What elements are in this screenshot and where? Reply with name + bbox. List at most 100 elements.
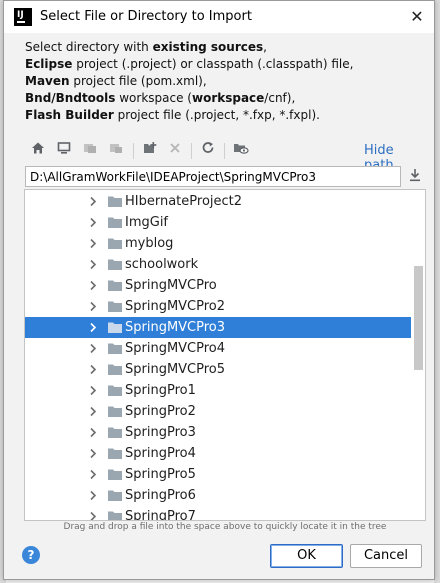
toolbar-separator xyxy=(224,143,225,159)
desc-text: project file (pom.xml), xyxy=(69,74,207,88)
file-chooser-toolbar: Hide path xyxy=(25,139,427,173)
tree-node-label: SpringPro5 xyxy=(125,467,196,482)
drag-drop-hint: Drag and drop a file into the space abov… xyxy=(63,522,387,532)
tree-node-label: SpringMVCPro2 xyxy=(125,299,226,314)
vertical-scrollbar[interactable] xyxy=(412,190,425,520)
chevron-right-icon[interactable] xyxy=(87,468,99,481)
tree-node[interactable]: SpringMVCPro3 xyxy=(25,317,411,338)
desc-text: workspace ( xyxy=(115,91,192,105)
new-folder-icon[interactable] xyxy=(140,141,160,161)
import-dialog: IJ Select File or Directory to Import ✕ … xyxy=(3,0,435,580)
close-button[interactable]: ✕ xyxy=(402,3,432,31)
folder-icon xyxy=(107,363,123,376)
folder-icon xyxy=(107,258,123,271)
description-line-1: Select directory with existing sources, xyxy=(25,39,425,56)
folder-icon xyxy=(107,405,123,418)
tree-node[interactable]: HIbernateProject2 xyxy=(25,191,411,212)
home-icon[interactable] xyxy=(28,141,48,161)
tree-node[interactable]: SpringPro5 xyxy=(25,464,411,485)
tree-node[interactable]: SpringMVCPro5 xyxy=(25,359,411,380)
folder-icon xyxy=(107,279,123,292)
chevron-right-icon[interactable] xyxy=(87,237,99,250)
folder-icon xyxy=(107,447,123,460)
scrollbar-thumb[interactable] xyxy=(414,266,423,370)
folder-icon xyxy=(107,216,123,229)
tree-node[interactable]: SpringPro7 xyxy=(25,506,411,521)
chevron-right-icon[interactable] xyxy=(87,258,99,271)
tree-node[interactable]: SpringPro2 xyxy=(25,401,411,422)
tree-node[interactable]: SpringMVCPro4 xyxy=(25,338,411,359)
tree-node-label: SpringMVCPro3 xyxy=(125,320,226,335)
chevron-right-icon[interactable] xyxy=(87,447,99,460)
chevron-right-icon[interactable] xyxy=(87,405,99,418)
tree-node-label: SpringPro2 xyxy=(125,404,196,419)
desc-text: project (.project) or classpath (.classp… xyxy=(72,57,354,71)
chevron-right-icon[interactable] xyxy=(87,426,99,439)
cancel-button[interactable]: Cancel xyxy=(350,544,422,568)
ok-button[interactable]: OK xyxy=(270,544,343,568)
intellij-app-icon: IJ xyxy=(14,8,32,26)
desc-text: Select directory with xyxy=(25,40,153,54)
show-hidden-icon[interactable] xyxy=(231,141,251,161)
folder-icon xyxy=(107,195,123,208)
tree-node[interactable]: ImgGif xyxy=(25,212,411,233)
download-arrow-icon[interactable] xyxy=(405,168,425,186)
chevron-right-icon[interactable] xyxy=(87,216,99,229)
desktop-icon[interactable] xyxy=(54,141,74,161)
tree-node-label: schoolwork xyxy=(125,257,199,272)
app-icon-bar xyxy=(17,21,25,23)
path-input[interactable] xyxy=(25,166,401,187)
description-line-3: Maven project file (pom.xml), xyxy=(25,73,425,90)
tree-node[interactable]: SpringMVCPro2 xyxy=(25,296,411,317)
folder-icon xyxy=(107,237,123,250)
refresh-icon[interactable] xyxy=(198,141,218,161)
chevron-right-icon[interactable] xyxy=(87,489,99,502)
folder-icon xyxy=(107,321,123,334)
desc-text: project file (.project, *.fxp, *.fxpl). xyxy=(113,108,320,122)
desc-bold: Maven xyxy=(25,74,70,88)
toolbar-separator xyxy=(191,143,192,159)
desc-text: , xyxy=(263,40,267,54)
desc-bold: Flash Builder xyxy=(25,108,114,122)
directory-tree: HIbernateProject2 ImgGif myblog schoolwork S… xyxy=(24,189,426,521)
toolbar-separator xyxy=(133,143,134,159)
description-line-2: Eclipse project (.project) or classpath … xyxy=(25,56,425,73)
tree-node[interactable]: schoolwork xyxy=(25,254,411,275)
chevron-right-icon[interactable] xyxy=(87,384,99,397)
folder-icon xyxy=(107,342,123,355)
module-icon[interactable] xyxy=(106,141,126,161)
delete-icon[interactable] xyxy=(165,141,185,161)
tree-node-label: myblog xyxy=(125,236,174,251)
chevron-right-icon[interactable] xyxy=(87,321,99,334)
folder-icon xyxy=(107,489,123,502)
tree-node[interactable]: SpringPro1 xyxy=(25,380,411,401)
chevron-right-icon[interactable] xyxy=(87,363,99,376)
chevron-right-icon[interactable] xyxy=(87,279,99,292)
tree-node-label: SpringPro4 xyxy=(125,446,196,461)
folder-icon xyxy=(107,300,123,313)
chevron-right-icon[interactable] xyxy=(87,195,99,208)
folder-icon xyxy=(107,510,123,520)
folder-icon xyxy=(107,468,123,481)
import-description: Select directory with existing sources, … xyxy=(25,39,425,124)
tree-node-label: SpringMVCPro5 xyxy=(125,362,226,377)
tree-node[interactable]: SpringPro3 xyxy=(25,422,411,443)
tree-node-label: SpringPro1 xyxy=(125,383,196,398)
desc-bold: workspace xyxy=(191,91,265,105)
tree-node-label: SpringPro3 xyxy=(125,425,196,440)
chevron-right-icon[interactable] xyxy=(87,510,99,520)
project-icon[interactable] xyxy=(80,141,100,161)
title-bar: IJ Select File or Directory to Import ✕ xyxy=(4,1,434,33)
chevron-right-icon[interactable] xyxy=(87,342,99,355)
tree-node[interactable]: myblog xyxy=(25,233,411,254)
tree-node[interactable]: SpringPro4 xyxy=(25,443,411,464)
description-line-5: Flash Builder project file (.project, *.… xyxy=(25,107,425,124)
app-icon-text: IJ xyxy=(17,10,24,20)
tree-node[interactable]: SpringPro6 xyxy=(25,485,411,506)
tree-node-label: SpringPro7 xyxy=(125,509,196,521)
desc-text: /cnf), xyxy=(264,91,296,105)
desc-bold: existing sources xyxy=(152,40,264,54)
help-button[interactable]: ? xyxy=(22,546,40,564)
chevron-right-icon[interactable] xyxy=(87,300,99,313)
tree-node[interactable]: SpringMVCPro xyxy=(25,275,411,296)
